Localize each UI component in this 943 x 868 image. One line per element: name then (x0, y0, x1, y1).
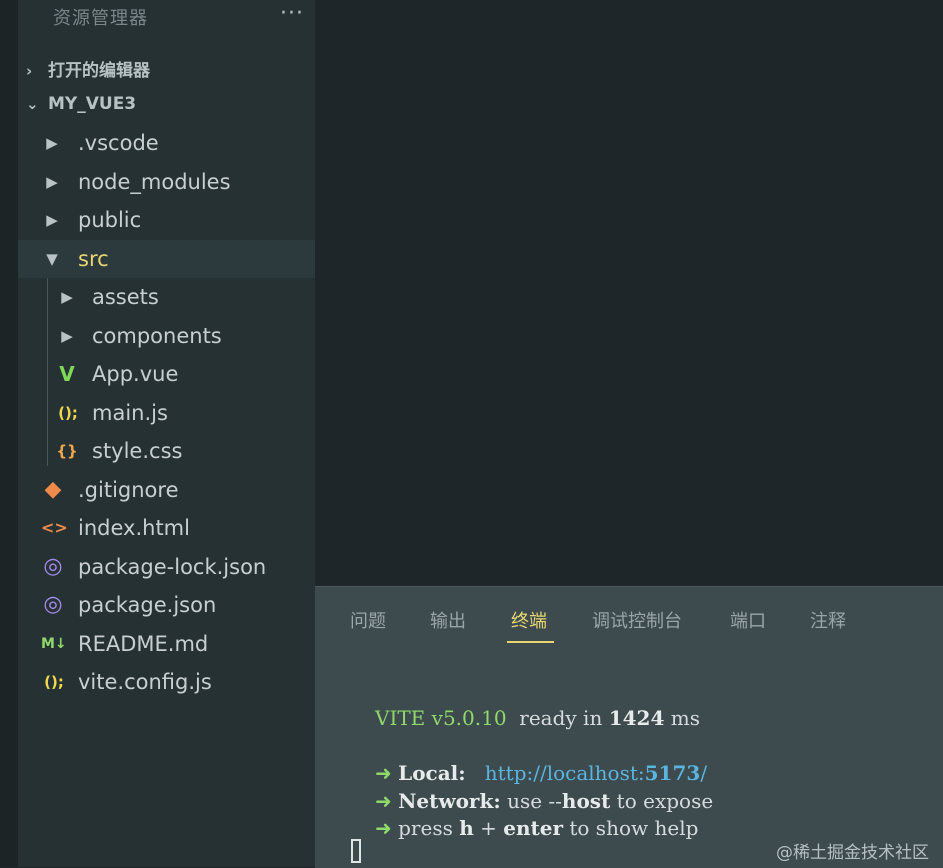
tree-item-src[interactable]: ▼ src (18, 240, 315, 278)
press-rest: to show help (569, 816, 699, 840)
tree-item-main-js[interactable]: (); main.js (18, 394, 315, 432)
tree-item-node-modules[interactable]: ▶ node_modules (18, 163, 315, 201)
tree-item-label: index.html (78, 516, 190, 540)
tree-item-label: components (92, 324, 222, 348)
chevron-down-icon: ⌄ (26, 95, 39, 113)
tree-item-label: node_modules (78, 170, 231, 194)
tree-item-label: package-lock.json (78, 555, 267, 579)
tab-ports[interactable]: 端口 (730, 607, 766, 633)
local-url[interactable]: http://localhost:5173/ (485, 761, 707, 785)
tree-item-label: package.json (78, 593, 217, 617)
tree-item-readme-md[interactable]: M↓ README.md (18, 625, 315, 663)
local-label: Local: (398, 761, 466, 785)
npm-package-icon: ◎ (43, 592, 63, 617)
css-file-icon: {} (56, 442, 78, 460)
bottom-panel: 问题 输出 终端 调试控制台 端口 注释 VITE v5.0.10 ready … (315, 586, 943, 868)
arrow-icon: ➜ (375, 816, 392, 840)
more-actions-icon[interactable]: ··· (280, 1, 304, 26)
tree-item-label: public (78, 208, 142, 232)
tree-item-style-css[interactable]: {} style.css (18, 432, 315, 470)
tree-item-label: App.vue (92, 362, 179, 386)
chevron-right-icon: › (26, 62, 33, 80)
arrow-icon: ➜ (375, 788, 392, 813)
explorer-sidebar: 资源管理器 ··· › 打开的编辑器 ⌄ MY_VUE3 ▶ .vscode ▶ n… (18, 0, 315, 867)
network-rest: to expose (616, 788, 714, 813)
tree-item-label: assets (92, 285, 159, 309)
open-editors-label: 打开的编辑器 (48, 61, 150, 81)
tree-item-label: .gitignore (78, 478, 179, 502)
vue-file-icon: V (59, 362, 75, 386)
press-plus: + (480, 816, 497, 840)
folder-collapsed-icon: ▶ (46, 211, 58, 229)
watermark: @稀土掘金技术社区 (776, 843, 929, 863)
tree-item-components[interactable]: ▶ components (18, 317, 315, 355)
tree-item-label: .vscode (78, 131, 159, 155)
tree-item-vite-config-js[interactable]: (); vite.config.js (18, 663, 315, 701)
press-enter: enter (503, 816, 564, 840)
tree-item-label: style.css (92, 439, 183, 463)
project-label: MY_VUE3 (48, 94, 137, 114)
ready-text: ready in (519, 706, 603, 730)
panel-tabs: 问题 输出 终端 调试控制台 端口 注释 (315, 587, 943, 649)
project-section[interactable]: ⌄ MY_VUE3 (26, 94, 136, 114)
explorer-title: 资源管理器 (53, 8, 148, 29)
javascript-file-icon: (); (44, 673, 64, 691)
active-tab-indicator (507, 641, 554, 643)
folder-expanded-icon: ▼ (46, 250, 58, 268)
ready-ms: 1424 (608, 706, 665, 730)
tab-problems[interactable]: 问题 (350, 607, 386, 633)
tab-debug-console[interactable]: 调试控制台 (592, 607, 682, 633)
npm-package-icon: ◎ (43, 554, 63, 579)
folder-collapsed-icon: ▶ (61, 288, 73, 306)
tree-item-assets[interactable]: ▶ assets (18, 278, 315, 316)
tree-item-label: main.js (92, 401, 168, 425)
press-h: h (459, 816, 474, 840)
tab-output[interactable]: 输出 (430, 607, 466, 633)
open-editors-section[interactable]: › 打开的编辑器 (26, 56, 150, 81)
git-file-icon: ◆ (44, 477, 62, 502)
folder-collapsed-icon: ▶ (61, 327, 73, 345)
terminal-output[interactable]: VITE v5.0.10 ready in 1424 ms ➜ Local: h… (375, 705, 713, 843)
network-label: Network: (398, 788, 501, 813)
tree-item-public[interactable]: ▶ public (18, 201, 315, 239)
tree-item-vscode[interactable]: ▶ .vscode (18, 124, 315, 162)
tree-item-label: src (78, 247, 109, 271)
javascript-file-icon: (); (58, 404, 78, 422)
network-flag: --host (548, 788, 611, 813)
terminal-cursor (351, 839, 361, 863)
activity-bar (0, 0, 18, 867)
tree-item-label: README.md (78, 632, 209, 656)
tree-item-package-lock-json[interactable]: ◎ package-lock.json (18, 548, 315, 586)
arrow-icon: ➜ (375, 761, 392, 785)
tree-item-gitignore[interactable]: ◆ .gitignore (18, 471, 315, 509)
tab-comments[interactable]: 注释 (810, 607, 846, 633)
tree-item-label: vite.config.js (78, 670, 212, 694)
folder-collapsed-icon: ▶ (46, 173, 58, 191)
editor-area (315, 0, 943, 586)
press-text: press (398, 816, 453, 840)
tree-item-package-json[interactable]: ◎ package.json (18, 586, 315, 624)
tree-item-index-html[interactable]: <> index.html (18, 509, 315, 547)
tab-terminal[interactable]: 终端 (511, 607, 547, 633)
ms-unit: ms (670, 706, 700, 730)
tree-item-app-vue[interactable]: V App.vue (18, 355, 315, 393)
vite-version: VITE v5.0.10 (375, 706, 507, 730)
markdown-file-icon: M↓ (41, 636, 67, 652)
network-use: use (507, 788, 543, 813)
folder-collapsed-icon: ▶ (46, 134, 58, 152)
html-file-icon: <> (41, 518, 68, 537)
